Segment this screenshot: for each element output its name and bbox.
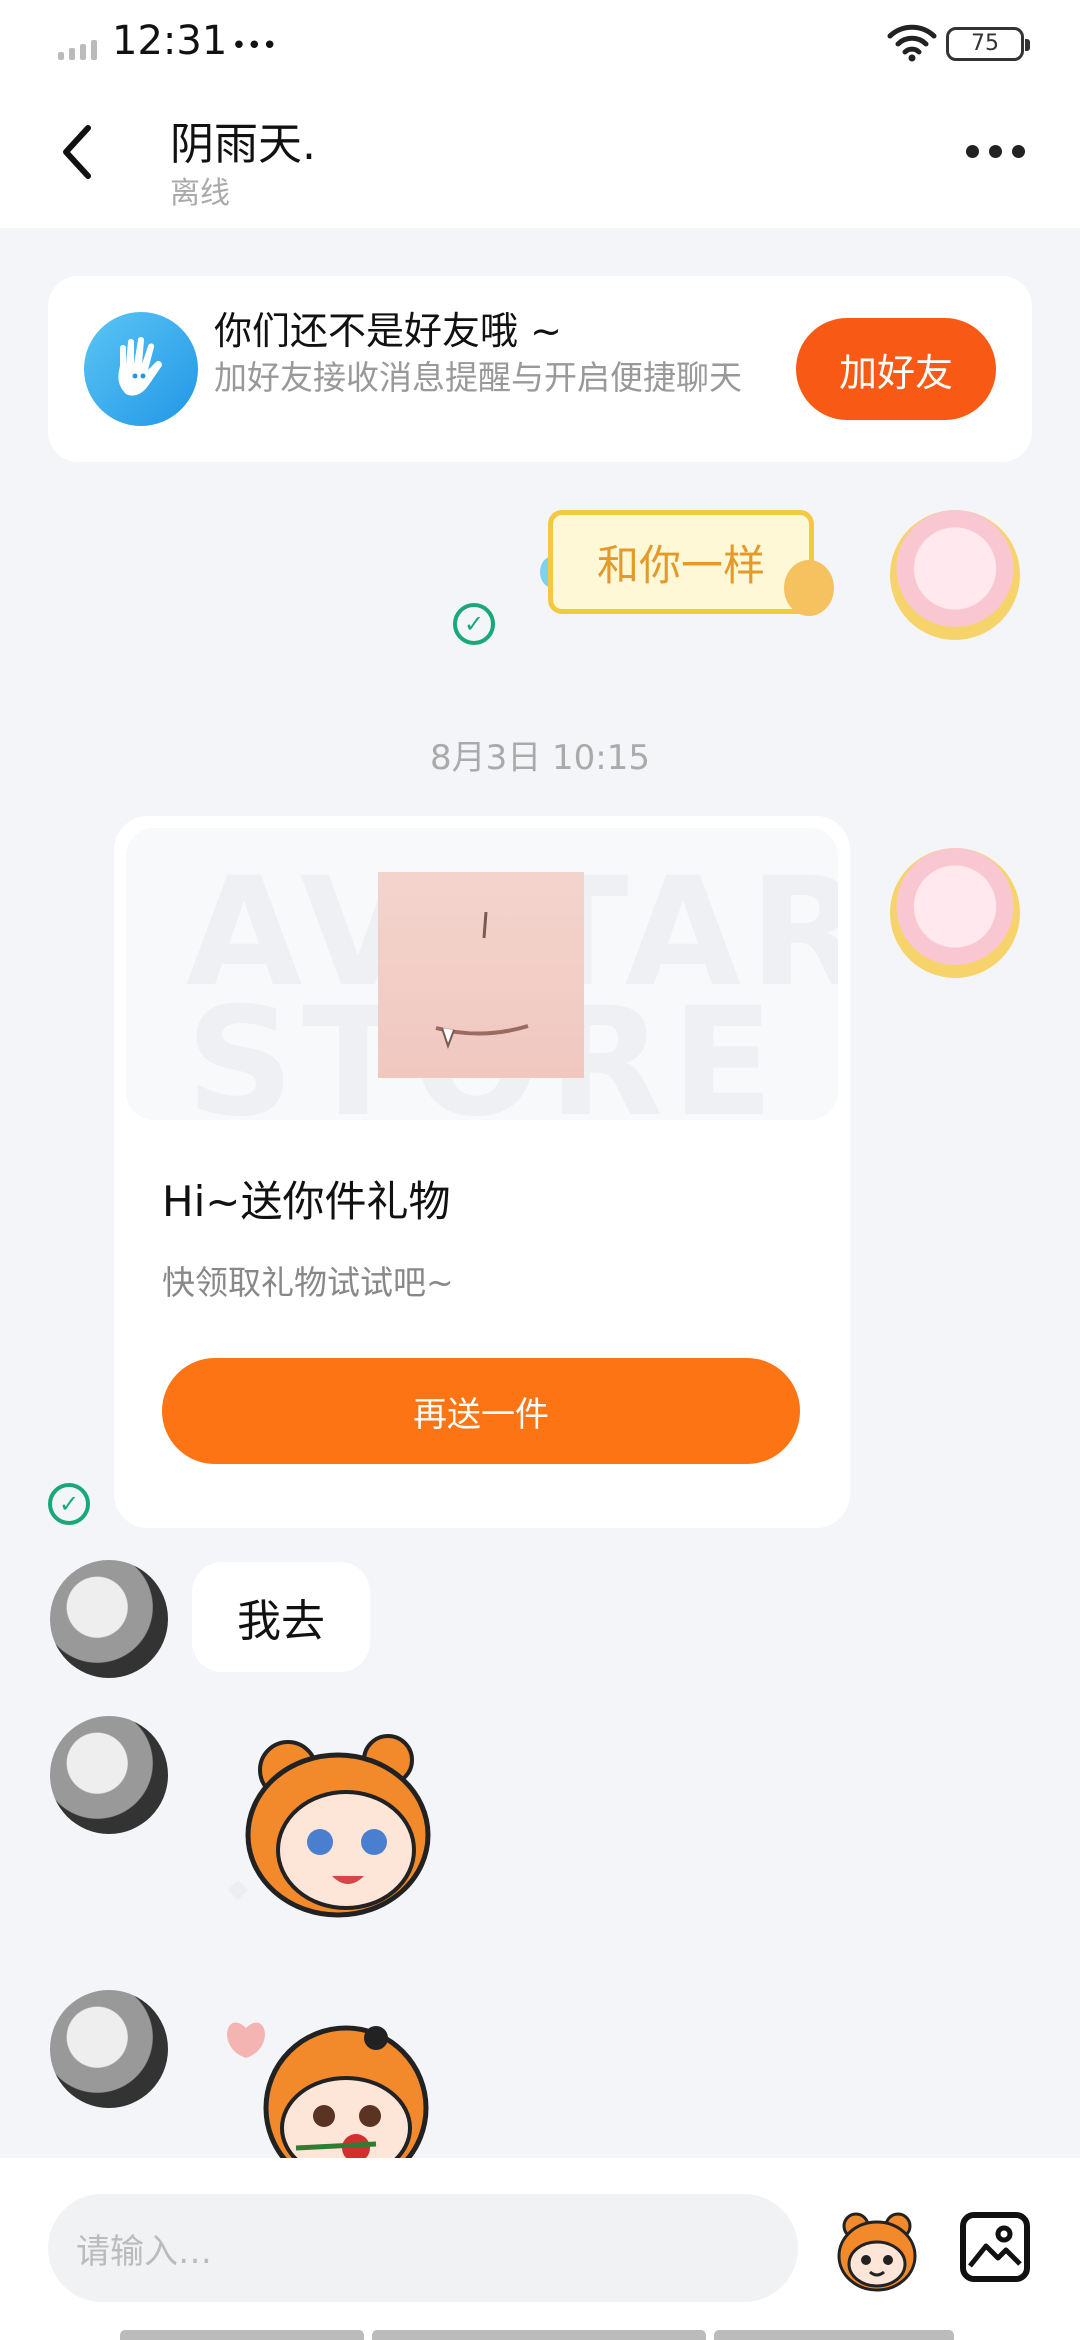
gift-preview-image: AVATAR STORE (126, 828, 838, 1120)
contact-avatar[interactable] (50, 1990, 168, 2108)
sent-sticker[interactable]: 和你一样 (548, 510, 814, 614)
bear-sticker-icon (784, 560, 834, 616)
send-again-button[interactable]: 再送一件 (162, 1358, 800, 1464)
chat-title: 阴雨天. (170, 119, 316, 170)
gesture-bar (120, 2330, 954, 2340)
status-time: 12:31 ••• (112, 18, 278, 64)
read-check-icon: ✓ (453, 603, 495, 645)
image-picker-icon[interactable] (960, 2212, 1030, 2282)
status-time-suffix: ••• (231, 31, 278, 61)
banner-subtitle: 加好友接收消息提醒与开启便捷聊天 (214, 358, 742, 397)
add-friend-button[interactable]: 加好友 (796, 318, 996, 420)
battery-icon: 75 (946, 27, 1030, 61)
waving-hand-icon (84, 312, 198, 426)
message-timestamp: 8月3日 10:15 (429, 738, 651, 778)
online-status: 离线 (170, 176, 230, 211)
more-options-icon[interactable] (966, 145, 1025, 158)
chat-header (0, 90, 1080, 228)
face-item-image (378, 872, 584, 1078)
gift-card-subtitle: 快领取礼物试试吧~ (162, 1263, 454, 1302)
my-avatar[interactable] (890, 848, 1020, 978)
incoming-text-bubble[interactable]: 我去 (192, 1562, 370, 1672)
back-arrow-icon[interactable] (58, 122, 98, 182)
signal-icon (58, 38, 104, 60)
contact-avatar[interactable] (50, 1560, 168, 1678)
anime-girl-sticker[interactable] (228, 1730, 438, 1920)
banner-title: 你们还不是好友哦 ~ (214, 309, 562, 353)
sticker-emoji-icon[interactable] (834, 2208, 920, 2294)
message-input[interactable]: 请输入… (48, 2194, 798, 2302)
read-check-icon: ✓ (48, 1483, 90, 1525)
anime-girl-rose-sticker[interactable] (226, 1998, 436, 2158)
contact-avatar[interactable] (50, 1716, 168, 1834)
wifi-icon (887, 24, 937, 62)
gift-card-title: Hi~送你件礼物 (162, 1177, 451, 1226)
my-avatar[interactable] (890, 510, 1020, 640)
